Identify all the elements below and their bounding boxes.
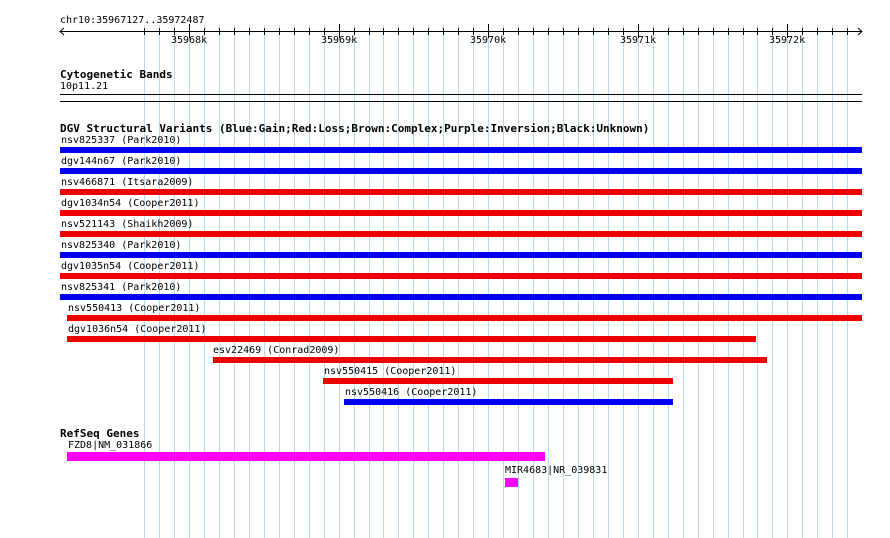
variant-bar[interactable] xyxy=(60,189,862,195)
gene-label: MIR4683|NR_039831 xyxy=(505,465,608,476)
variant-bar[interactable] xyxy=(60,147,862,153)
cytoband-track-title: Cytogenetic Bands xyxy=(60,68,173,81)
variant-bar[interactable] xyxy=(344,399,673,405)
variant-label: nsv825337 (Park2010) xyxy=(61,135,182,146)
cytoband-line-top xyxy=(60,94,862,95)
variant-label: nsv521143 (Shaikh2009) xyxy=(61,219,194,230)
variant-label: dgv1036n54 (Cooper2011) xyxy=(68,324,207,335)
variant-bar[interactable] xyxy=(67,336,756,342)
ruler-tick-label: 35970k xyxy=(470,35,507,46)
variant-label: nsv550415 (Cooper2011) xyxy=(324,366,457,377)
cytoband-label: 10p11.21 xyxy=(60,81,109,92)
variant-bar[interactable] xyxy=(60,210,862,216)
variant-bar[interactable] xyxy=(213,357,767,363)
variant-label: nsv466871 (Itsara2009) xyxy=(61,177,194,188)
variant-label: nsv550416 (Cooper2011) xyxy=(345,387,478,398)
genome-browser-view: chr10:35967127..35972487 35968k 35969k 3… xyxy=(0,0,890,538)
variant-bar[interactable] xyxy=(60,252,862,258)
gene-bar[interactable] xyxy=(67,452,545,461)
variant-label: nsv550413 (Cooper2011) xyxy=(68,303,201,314)
variant-label: dgv1034n54 (Cooper2011) xyxy=(61,198,200,209)
variant-label: nsv825340 (Park2010) xyxy=(61,240,182,251)
variant-label: esv22469 (Conrad2009) xyxy=(213,345,340,356)
location-label: chr10:35967127..35972487 xyxy=(60,15,205,26)
ruler-tick-label: 35968k xyxy=(171,35,208,46)
gene-bar[interactable] xyxy=(505,478,518,487)
variant-bar[interactable] xyxy=(60,294,862,300)
ruler-tick-label: 35969k xyxy=(321,35,358,46)
refseq-track-title: RefSeq Genes xyxy=(60,427,140,440)
variant-label: dgv1035n54 (Cooper2011) xyxy=(61,261,200,272)
variant-bar[interactable] xyxy=(60,231,862,237)
variant-label: nsv825341 (Park2010) xyxy=(61,282,182,293)
gene-label: FZD8|NM_031866 xyxy=(68,440,153,451)
ruler-tick-label: 35972k xyxy=(769,35,806,46)
cytoband-line-bottom xyxy=(60,101,862,102)
dgv-track-title: DGV Structural Variants (Blue:Gain;Red:L… xyxy=(60,122,650,135)
variant-bar[interactable] xyxy=(67,315,862,321)
variant-bar[interactable] xyxy=(60,168,862,174)
variant-bar[interactable] xyxy=(60,273,862,279)
variant-bar[interactable] xyxy=(323,378,673,384)
ruler-tick-label: 35971k xyxy=(620,35,657,46)
variant-label: dgv144n67 (Park2010) xyxy=(61,156,182,167)
